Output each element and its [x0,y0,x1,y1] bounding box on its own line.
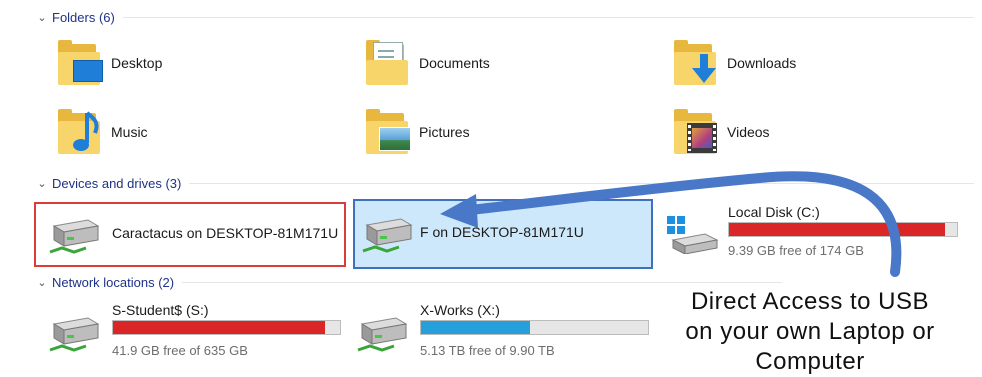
annotation-line: Direct Access to USB [690,288,930,315]
annotation-text: Direct Access to USB on your own Laptop … [650,287,970,377]
annotation-line: Computer [755,348,865,375]
annotation-line: on your own Laptop or [685,318,935,345]
